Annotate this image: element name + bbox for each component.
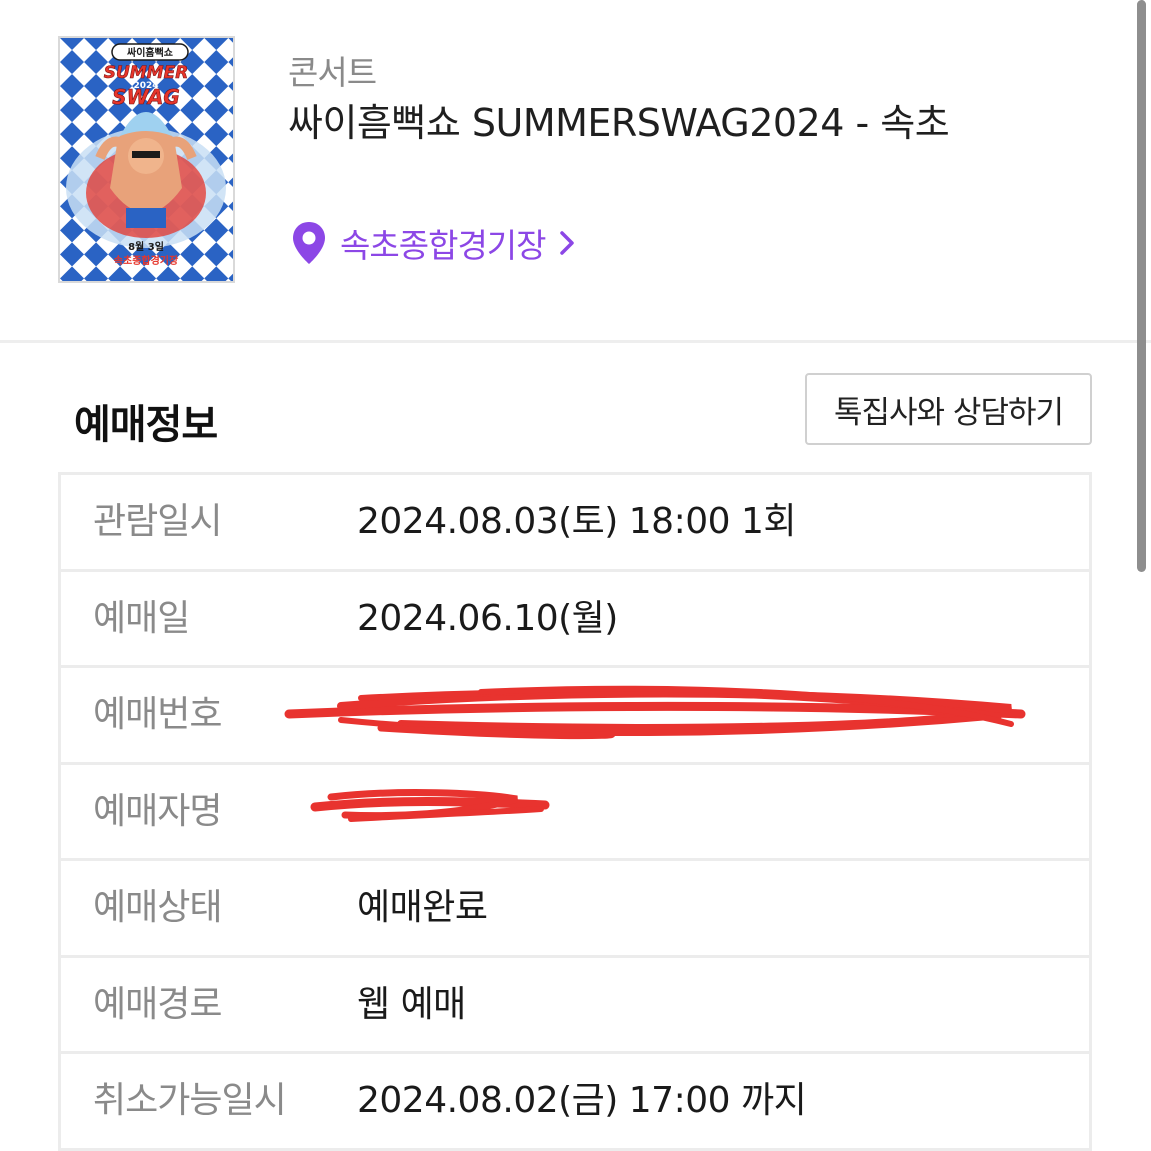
booking-info-heading: 예매정보 (74, 402, 218, 448)
info-row-booking-status: 예매상태 예매완료 (61, 861, 1089, 958)
info-label: 예매경로 (93, 983, 222, 1025)
info-label: 예매번호 (93, 694, 222, 735)
poster-headline-2: SWAG (112, 85, 180, 109)
event-title: 싸이흠뻑쇼 SUMMERSWAG2024 - 속초 (288, 101, 950, 145)
info-row-booking-channel: 예매경로 웹 예매 (61, 958, 1089, 1054)
info-value: 웹 예매 (357, 983, 466, 1025)
info-label: 관람일시 (93, 501, 222, 542)
chevron-right-icon (559, 231, 574, 255)
info-row-booking-date: 예매일 2024.06.10(월) (61, 572, 1089, 668)
info-value: 2024.08.02(금) 17:00 까지 (357, 1080, 807, 1121)
info-row-view-datetime: 관람일시 2024.08.03(토) 18:00 1회 (61, 475, 1089, 572)
info-label: 예매자명 (93, 790, 222, 832)
info-row-booker-name: 예매자명 (61, 765, 1089, 861)
location-pin-icon (293, 222, 325, 264)
event-poster-image[interactable]: 싸이흠뻑쇼 SUMMER 2024 SWAG 8월 3일 속초종합경기장 (58, 36, 235, 283)
venue-name: 속초종합경기장 (340, 226, 547, 265)
event-category: 콘서트 (288, 53, 377, 92)
booking-info-table: 관람일시 2024.08.03(토) 18:00 1회 예매일 2024.06.… (58, 472, 1092, 1151)
info-value: 예매완료 (357, 887, 488, 928)
poster-date-label: 8월 3일 (128, 240, 164, 253)
booking-detail-page: 싸이흠뻑쇼 SUMMER 2024 SWAG 8월 3일 속초종합경기장 콘서트… (0, 0, 1151, 1151)
info-value: 2024.06.10(월) (357, 597, 618, 639)
section-divider (0, 340, 1151, 343)
consult-button[interactable]: 톡집사와 상담하기 (805, 373, 1092, 445)
event-card: 싸이흠뻑쇼 SUMMER 2024 SWAG 8월 3일 속초종합경기장 콘서트… (0, 0, 1151, 342)
poster-headline-1: SUMMER (104, 63, 189, 83)
info-value: 2024.08.03(토) 18:00 1회 (357, 501, 797, 542)
poster-artwork: 싸이흠뻑쇼 SUMMER 2024 SWAG 8월 3일 속초종합경기장 (60, 38, 233, 281)
info-label: 취소가능일시 (93, 1080, 287, 1121)
scrollbar-thumb[interactable] (1137, 0, 1146, 572)
venue-link[interactable]: 속초종합경기장 (290, 218, 578, 268)
info-label: 예매상태 (93, 887, 222, 928)
info-label: 예매일 (93, 597, 190, 639)
info-row-booking-number: 예매번호 (61, 668, 1089, 765)
poster-venue-label: 속초종합경기장 (114, 254, 179, 267)
info-row-cancel-deadline: 취소가능일시 2024.08.02(금) 17:00 까지 (61, 1054, 1089, 1151)
poster-top-label: 싸이흠뻑쇼 (127, 46, 173, 59)
